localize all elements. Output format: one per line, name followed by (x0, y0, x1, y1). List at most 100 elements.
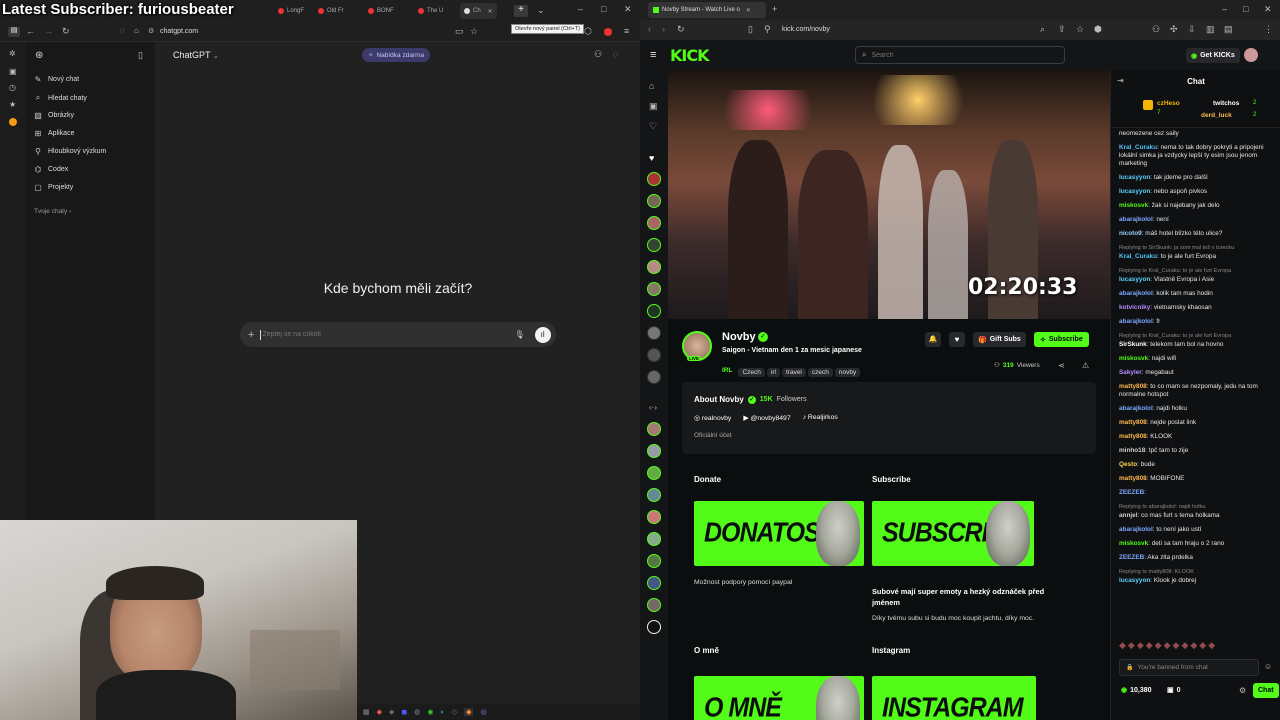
streamer-name[interactable]: Novby (722, 331, 756, 343)
followed-channel-avatar[interactable] (647, 304, 661, 318)
shield-icon[interactable]: ◌ (120, 27, 125, 35)
followed-channel-avatar[interactable] (647, 194, 661, 208)
close-window-icon[interactable]: ✕ (1264, 5, 1272, 14)
search-input[interactable] (871, 51, 1052, 59)
followed-channel-avatar[interactable] (647, 370, 661, 384)
chat-username[interactable]: Kral_Curaku (1119, 253, 1157, 260)
sidebar-item-apps[interactable]: ⊞ Aplikace (34, 129, 75, 138)
followed-channel-avatar[interactable] (647, 598, 661, 612)
tag-chip[interactable]: irl (766, 368, 780, 377)
voice-mode-icon[interactable]: ıl (534, 326, 551, 343)
about-me-panel-image[interactable]: O MNĚ (694, 676, 864, 720)
share-icon[interactable]: ⇪ (1058, 25, 1066, 34)
followed-channel-avatar[interactable] (647, 216, 661, 230)
chat-username[interactable]: abarajkolol (1119, 318, 1153, 325)
chat-username[interactable]: abarajkolol (1119, 526, 1153, 533)
puzzle-icon[interactable]: ✣ (1170, 25, 1178, 34)
new-tab-icon[interactable]: + (772, 5, 777, 14)
forward-icon[interactable]: → (44, 27, 53, 36)
maximize-icon[interactable]: □ (601, 5, 606, 14)
task-app-icon[interactable]: ◍ (414, 708, 420, 716)
minimize-icon[interactable]: – (1222, 5, 1227, 14)
tab-longf[interactable]: LongF (278, 3, 304, 19)
chat-username[interactable]: lucasyyon (1119, 188, 1150, 195)
prompt-box[interactable]: + 🎙 ıl (240, 322, 556, 347)
followed-channel-avatar[interactable] (647, 510, 661, 524)
points-display[interactable]: ◉ 10,380 (1121, 686, 1152, 695)
chat-username[interactable]: matty808 (1119, 433, 1147, 440)
close-icon[interactable]: ✕ (488, 8, 493, 15)
tab-kick[interactable]: Novby Stream - Watch Live o ✕ (648, 2, 766, 18)
chat-username[interactable]: ZEEZEB (1119, 489, 1144, 496)
followed-channel-avatar[interactable] (647, 282, 661, 296)
kick-logo[interactable]: KICK (670, 46, 709, 65)
followed-channel-avatar[interactable] (647, 172, 661, 186)
menu-icon[interactable]: ≡ (624, 27, 629, 36)
tab-chatgpt[interactable]: Ch ✕ (460, 3, 497, 19)
minimize-icon[interactable]: – (578, 5, 583, 14)
your-chats-link[interactable]: Tvoje chaty › (34, 208, 71, 215)
menu-icon[interactable]: ⋮ (1264, 25, 1273, 34)
favorites-heart-icon[interactable]: ♥ (649, 154, 654, 163)
profile-icon[interactable]: ⚇ (1152, 25, 1160, 34)
extension-red-icon[interactable] (604, 28, 612, 36)
chat-username[interactable]: lucasyyon (1119, 174, 1150, 181)
tiktok-link[interactable]: ♪ Realjirkos (803, 414, 838, 422)
chat-username[interactable]: abarajkolol (1119, 216, 1153, 223)
prompt-input[interactable] (262, 331, 503, 338)
code-icon[interactable]: ‹·› (649, 404, 657, 412)
download-icon[interactable]: ⇩ (1188, 25, 1196, 34)
home-icon[interactable]: ⌂ (649, 82, 654, 91)
followed-channel-avatar[interactable] (647, 554, 661, 568)
favorites-icon[interactable]: ★ (9, 101, 16, 109)
new-tab-icon[interactable]: + (514, 5, 528, 17)
back-icon[interactable]: ‹ (648, 25, 651, 34)
site-info-icon[interactable]: ⚲ (764, 25, 771, 34)
tab-bonf[interactable]: BONF (368, 3, 394, 19)
forward-icon[interactable]: › (662, 25, 665, 34)
chat-username[interactable]: abarajkolol (1119, 405, 1153, 412)
share-icon[interactable]: ⋖ (1058, 362, 1065, 370)
tag-chip[interactable]: Czech (738, 368, 765, 377)
task-app-icon[interactable]: ◈ (389, 708, 394, 716)
chat-username[interactable]: miskosvk (1119, 202, 1148, 209)
zoom-icon[interactable]: ⌕ (1040, 25, 1045, 34)
followed-channel-avatar[interactable] (647, 238, 661, 252)
sidebar-item-codex[interactable]: ⌬ Codex (34, 165, 69, 174)
tab-theu[interactable]: The U (418, 3, 443, 19)
chat-username[interactable]: miskosvk (1119, 355, 1148, 362)
sidebar-toggle-icon[interactable]: ▤ (8, 27, 20, 37)
sidebar-item-search[interactable]: ⌕ Hledat chaty (34, 93, 87, 103)
bookmark-star-icon[interactable]: ☆ (470, 27, 478, 36)
followed-channel-avatar[interactable] (647, 620, 661, 634)
tab-oldfr[interactable]: Old Fr (318, 3, 344, 19)
category-link[interactable]: IRL (722, 367, 732, 374)
followed-channel-avatar[interactable] (647, 466, 661, 480)
followed-channel-avatar[interactable] (647, 488, 661, 502)
chat-input[interactable]: 🔒 You're banned from chat (1119, 659, 1259, 676)
leader-name[interactable]: derd_luck (1201, 112, 1232, 119)
task-app-icon[interactable]: ◇ (452, 708, 457, 716)
split-view-icon[interactable]: ▥ (1206, 25, 1215, 34)
chat-username[interactable]: matty808 (1119, 475, 1147, 482)
chevron-down-icon[interactable]: ⌄ (537, 6, 545, 15)
instagram-panel-image[interactable]: INSTAGRAM (872, 676, 1036, 720)
browse-icon[interactable]: ▣ (649, 102, 658, 111)
right-url[interactable]: kick.com/novby (782, 26, 830, 33)
gift-subs-button[interactable]: 🎁 Gift Subs (973, 332, 1026, 347)
hamburger-menu-icon[interactable]: ≡ (650, 50, 656, 61)
chat-username[interactable]: lucasyyon (1119, 577, 1150, 584)
chat-username[interactable]: abarajkolol (1119, 290, 1153, 297)
maximize-icon[interactable]: □ (1243, 5, 1248, 14)
page-info-icon[interactable]: ⚙ (148, 28, 154, 35)
subscribe-button[interactable]: ✧ Subscribe (1034, 332, 1089, 347)
sidebar-item-new-chat[interactable]: ✎ Nový chat (34, 75, 79, 84)
tag-chip[interactable]: novby (834, 368, 861, 377)
tag-chip[interactable]: travel (781, 368, 806, 377)
leader-name[interactable]: czHeso (1157, 100, 1180, 107)
followed-channel-avatar[interactable] (647, 348, 661, 362)
task-app-icon[interactable]: ◼ (401, 708, 407, 716)
sidebar-item-images[interactable]: ▧ Obrázky (34, 111, 74, 120)
chat-username[interactable]: nicoto9 (1119, 230, 1142, 237)
get-kicks-button[interactable]: ◉ Get KICKs (1186, 48, 1240, 63)
